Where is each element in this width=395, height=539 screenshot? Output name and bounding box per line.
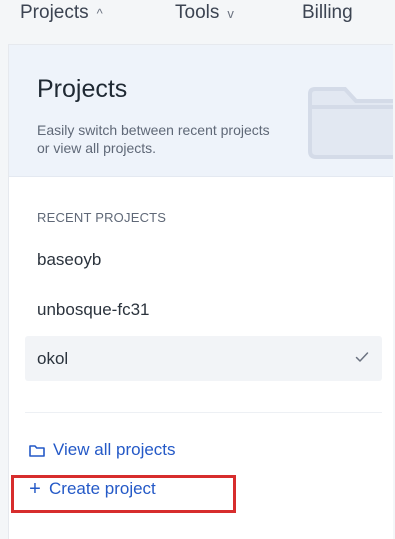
- chevron-up-icon: ^: [96, 5, 103, 21]
- recent-project-item[interactable]: baseoyb: [25, 237, 382, 282]
- menu-divider: [25, 403, 382, 413]
- recent-project-item-selected[interactable]: okol: [25, 336, 382, 381]
- projects-menu-description: Easily switch between recent projects or…: [37, 122, 270, 156]
- recent-project-name: baseoyb: [37, 249, 102, 269]
- view-all-projects-label: View all projects: [53, 440, 176, 459]
- recent-project-name: unbosque-fc31: [37, 299, 150, 319]
- nav-projects[interactable]: Projects ^: [20, 0, 103, 28]
- projects-menu-header: Projects Easily switch between recent pr…: [9, 45, 393, 177]
- chevron-down-icon: v: [227, 5, 234, 21]
- plus-icon: +: [29, 478, 41, 500]
- top-navigation: Projects ^ Tools v Billing: [0, 0, 395, 40]
- nav-projects-label: Projects: [20, 2, 89, 23]
- create-project-label: Create project: [49, 479, 156, 498]
- nav-billing[interactable]: Billing: [302, 0, 353, 28]
- recent-project-name: okol: [37, 348, 69, 368]
- projects-menu-title: Projects: [37, 75, 128, 103]
- check-icon: [355, 352, 369, 362]
- projects-menu-panel: Projects Easily switch between recent pr…: [8, 44, 393, 539]
- recent-project-item[interactable]: unbosque-fc31: [25, 287, 382, 332]
- nav-tools-label: Tools: [175, 2, 220, 23]
- nav-tools[interactable]: Tools v: [175, 0, 234, 28]
- recent-projects-label: RECENT PROJECTS: [37, 210, 167, 225]
- nav-billing-label: Billing: [302, 2, 353, 23]
- projects-dropdown-screen: Projects ^ Tools v Billing Projects Easi…: [0, 0, 395, 539]
- view-all-projects-link[interactable]: View all projects: [28, 439, 176, 461]
- folder-icon: [29, 445, 45, 457]
- create-project-link[interactable]: + Create project: [28, 478, 156, 500]
- folder-illustration-icon: [308, 87, 393, 159]
